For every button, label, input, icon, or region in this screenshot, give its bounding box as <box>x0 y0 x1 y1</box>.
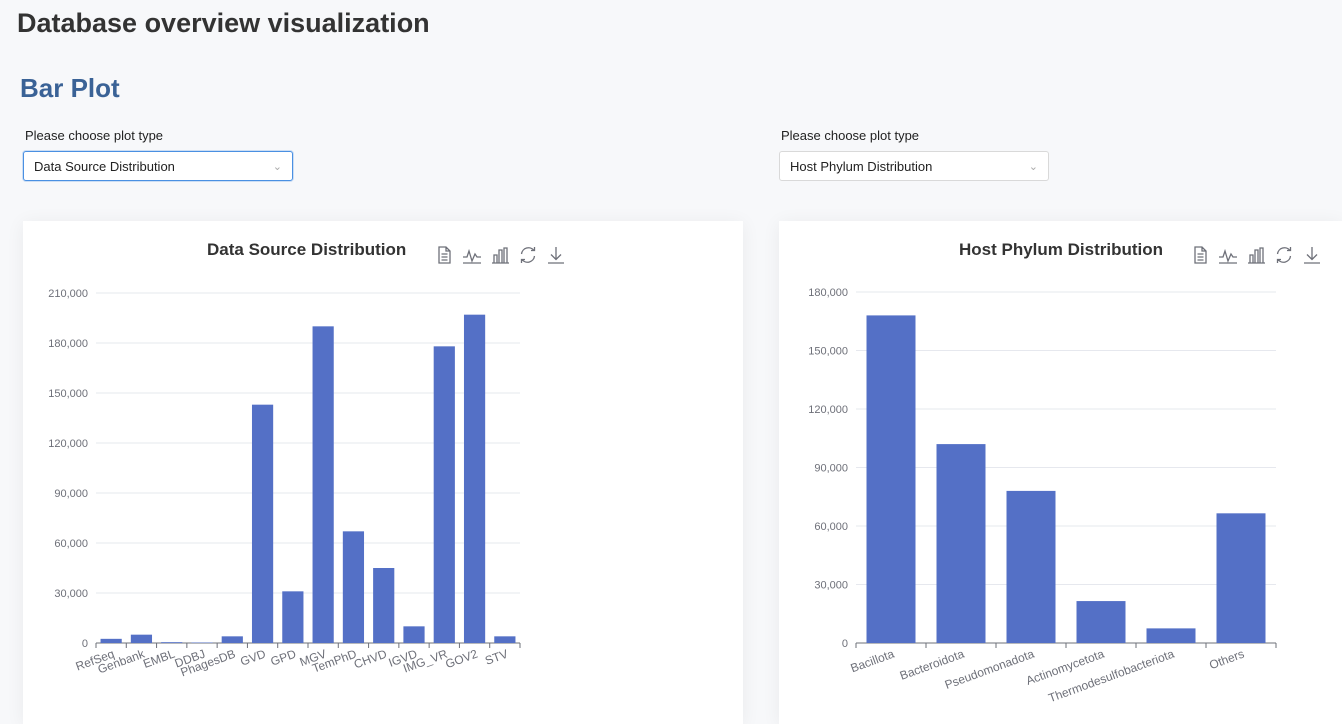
bar-img-vr[interactable] <box>433 346 455 643</box>
x-tick-label: GVD <box>238 647 268 669</box>
y-tick-label: 180,000 <box>808 287 848 299</box>
y-tick-label: 120,000 <box>808 404 848 416</box>
y-tick-label: 90,000 <box>54 488 88 500</box>
bar-gvd[interactable] <box>251 404 274 643</box>
bar-others[interactable] <box>1216 513 1266 643</box>
right-select-label: Please choose plot type <box>781 128 920 143</box>
bar-thermodesulfobacteriota[interactable] <box>1146 628 1196 643</box>
left-plot-type-select[interactable]: Data Source Distribution ⌄ <box>23 151 293 181</box>
y-tick-label: 150,000 <box>808 346 848 358</box>
data-source-bar-chart: 0 30,000 60,000 90,000 120,000 150,000 180,000… <box>48 288 521 679</box>
y-tick-label: 0 <box>842 638 848 650</box>
bar-mgv[interactable] <box>312 326 334 643</box>
host-phylum-bar-chart: 0 30,000 60,000 90,000 120,000 150,000 180,000… <box>808 287 1277 706</box>
bar-bacillota[interactable] <box>866 315 916 643</box>
y-tick-label: 30,000 <box>814 580 848 592</box>
host-phylum-chart-card: Host Phylum Distribution 0 30,000 60,000 90… <box>779 221 1342 724</box>
y-tick-label: 120,000 <box>48 438 88 450</box>
bar-stv[interactable] <box>494 636 516 643</box>
y-tick-label: 0 <box>82 638 88 650</box>
x-tick-label: STV <box>483 647 510 668</box>
section-title: Bar Plot <box>20 73 120 103</box>
y-tick-label: 210,000 <box>48 288 88 300</box>
y-tick-label: 90,000 <box>814 463 848 475</box>
bar-bacteroidota[interactable] <box>936 444 986 643</box>
bar-ddbj[interactable] <box>191 642 213 644</box>
bar-pseudomonadota[interactable] <box>1006 490 1056 643</box>
left-select-value: Data Source Distribution <box>34 158 175 174</box>
bar-embl[interactable] <box>161 642 183 643</box>
y-tick-label: 60,000 <box>814 521 848 533</box>
bar-genbank[interactable] <box>130 634 153 643</box>
right-plot-type-select[interactable]: Host Phylum Distribution ⌄ <box>779 151 1049 181</box>
x-tick-label: GOV2 <box>443 647 479 672</box>
right-select-value: Host Phylum Distribution <box>790 158 933 174</box>
y-tick-label: 30,000 <box>54 588 88 600</box>
x-tick-label: GPD <box>269 647 299 669</box>
x-tick-label: Others <box>1207 647 1246 672</box>
bar-gov2[interactable] <box>463 314 486 643</box>
chevron-down-icon: ⌄ <box>272 160 282 173</box>
bar-gpd[interactable] <box>282 591 304 643</box>
y-tick-label: 180,000 <box>48 338 88 350</box>
x-tick-label: CHVD <box>352 647 389 672</box>
bar-temphd[interactable] <box>342 531 365 643</box>
x-tick-label: EMBL <box>141 647 177 671</box>
x-tick-label: Bacillota <box>849 647 897 676</box>
data-source-chart-card: Data Source Distribution 0 30,000 60,000 90… <box>23 221 743 724</box>
bar-phagesdb[interactable] <box>221 636 243 643</box>
x-tick-label: Thermodesulfobacteriota <box>1046 647 1176 706</box>
y-tick-label: 150,000 <box>48 388 88 400</box>
page-title: Database overview visualization <box>17 8 430 38</box>
left-select-label: Please choose plot type <box>25 128 164 143</box>
bar-igvd[interactable] <box>403 626 425 643</box>
chevron-down-icon: ⌄ <box>1028 160 1038 173</box>
y-tick-label: 60,000 <box>54 538 88 550</box>
bar-actinomycetota[interactable] <box>1076 601 1126 643</box>
bar-refseq[interactable] <box>100 638 122 643</box>
bar-chvd[interactable] <box>373 568 395 643</box>
